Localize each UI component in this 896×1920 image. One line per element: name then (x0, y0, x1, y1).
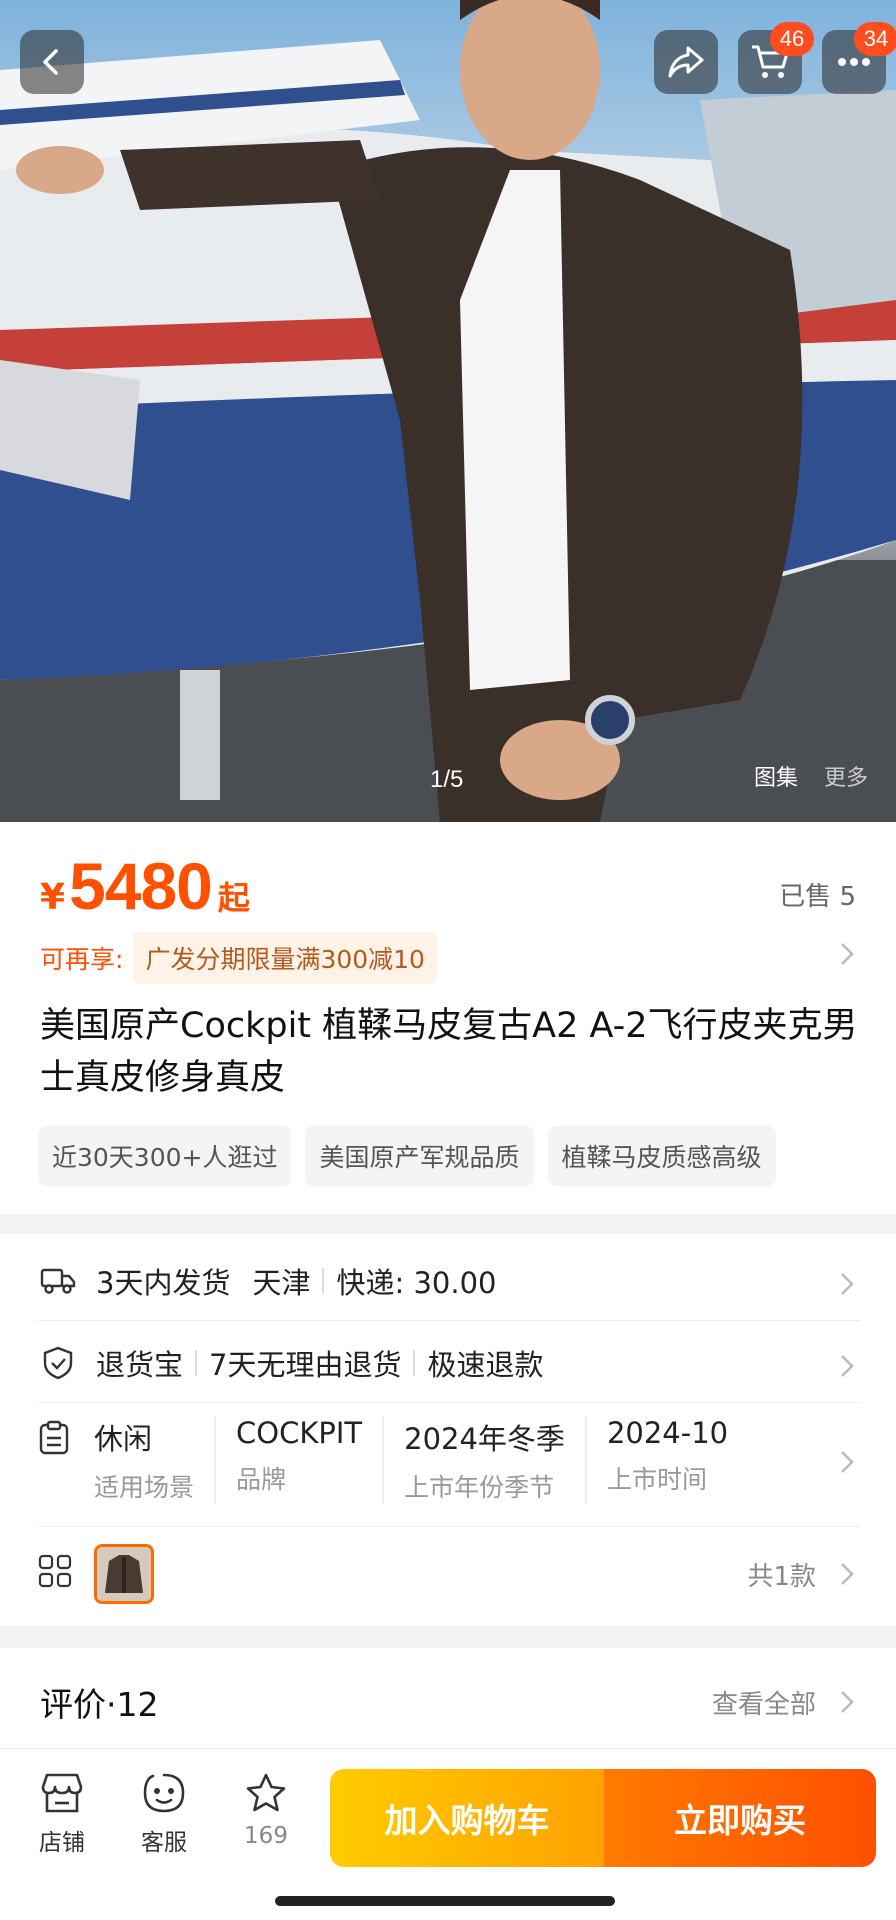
promo-label: 可再享: (40, 945, 124, 974)
param-item: 休闲 适用场景 (94, 1416, 214, 1504)
returns-row[interactable]: 退货宝 7天无理由退货 极速退款 (38, 1342, 858, 1384)
separator (322, 1268, 325, 1294)
param-value: 休闲 (94, 1422, 153, 1456)
favorite-button[interactable]: 169 (226, 1771, 306, 1849)
message-badge: 34 (854, 22, 896, 56)
reviews-title: 评价·12 (40, 1685, 159, 1724)
customer-service-button[interactable]: 客服 (124, 1771, 204, 1857)
shop-button[interactable]: 店铺 (22, 1771, 102, 1857)
chevron-right-icon (841, 943, 854, 965)
ship-fee: 快递: 30.00 (336, 1266, 497, 1300)
chat-face-icon (143, 1773, 185, 1813)
product-photo (0, 0, 896, 822)
param-item: 2024-10 上市时间 (584, 1416, 748, 1504)
separator (413, 1350, 416, 1376)
promo-tag: 广发分期限量满300减10 (133, 932, 437, 984)
divider (38, 1320, 860, 1321)
ship-city: 天津 (252, 1266, 311, 1300)
returns-refund: 极速退款 (427, 1348, 544, 1382)
param-value: COCKPIT (236, 1416, 363, 1450)
home-indicator (275, 1896, 615, 1906)
share-button[interactable] (654, 30, 718, 94)
chevron-right-icon (841, 1273, 854, 1295)
star-icon (246, 1773, 286, 1812)
image-counter: 1/5 (430, 766, 464, 793)
chevron-right-icon (841, 1691, 854, 1713)
ship-eta: 3天内发货 (96, 1266, 231, 1300)
param-value: 2024-10 (606, 1416, 729, 1450)
param-item: COCKPIT 品牌 (214, 1416, 382, 1504)
add-to-cart-button[interactable]: 加入购物车 (330, 1769, 604, 1867)
product-title: 美国原产Cockpit 植鞣马皮复古A2 A-2飞行皮夹克男士真皮修身真皮 (40, 1006, 858, 1098)
store-icon (41, 1773, 83, 1813)
more-button[interactable]: 34 (822, 22, 896, 94)
param-key: 品牌 (236, 1465, 287, 1494)
style-thumbnail[interactable] (94, 1544, 154, 1604)
product-info-card: ¥ 5480 起 已售 5 可再享: 广发分期限量满300减10 美国原产Coc… (0, 822, 896, 1214)
params-row[interactable]: 休闲 适用场景 COCKPIT 品牌 2024年冬季 上市年份季节 2024-1… (94, 1416, 748, 1504)
price-amount: 5480 (69, 849, 213, 923)
param-item: 2024年冬季 上市年份季节 (382, 1416, 585, 1504)
reviews-view-all[interactable]: 查看全部 (712, 1684, 816, 1721)
divider (38, 1402, 860, 1403)
chip: 美国原产军规品质 (305, 1126, 534, 1186)
shop-label: 店铺 (39, 1830, 85, 1856)
shield-check-icon (38, 1343, 78, 1383)
chip: 近30天300+人逛过 (38, 1126, 292, 1186)
style-count[interactable]: 共1款 (747, 1556, 816, 1593)
chevron-right-icon (841, 1451, 854, 1473)
back-button[interactable] (20, 30, 84, 94)
shipping-row[interactable]: 3天内发货 天津 快递: 30.00 (38, 1260, 858, 1302)
jacket-thumbnail-image (97, 1547, 151, 1601)
chevron-right-icon (841, 1355, 854, 1377)
divider (38, 1526, 860, 1527)
cart-badge: 46 (770, 22, 814, 56)
param-value: 2024年冬季 (404, 1422, 565, 1456)
service-label: 客服 (141, 1830, 187, 1856)
tab-more[interactable]: 更多 (824, 760, 868, 792)
grid-icon (38, 1554, 72, 1592)
promo-row[interactable]: 可再享: 广发分期限量满300减10 (40, 932, 437, 984)
sold-count: 已售 5 (779, 882, 856, 912)
price-currency: ¥ (40, 877, 66, 918)
buy-now-button[interactable]: 立即购买 (604, 1769, 876, 1867)
returns-policy: 7天无理由退货 (209, 1348, 402, 1382)
bottom-action-bar: 店铺 客服 169 加入购物车 立即购买 (0, 1748, 896, 1920)
gallery-tabs: 图集 更多 (754, 760, 868, 792)
share-icon (668, 46, 704, 78)
separator (195, 1350, 198, 1376)
truck-icon (38, 1261, 78, 1301)
chip: 植鞣马皮质感高级 (547, 1126, 776, 1186)
reviews-card: 评价·12 查看全部 (0, 1648, 896, 1748)
returns-brand: 退货宝 (96, 1348, 184, 1382)
price-suffix: 起 (217, 879, 250, 917)
price: ¥ 5480 起 (40, 848, 250, 924)
param-key: 上市时间 (606, 1465, 707, 1494)
clipboard-icon (38, 1420, 70, 1460)
favorite-count: 169 (244, 1823, 288, 1849)
more-dots-icon (838, 58, 870, 66)
chevron-left-icon (43, 49, 58, 75)
param-key: 适用场景 (94, 1473, 195, 1502)
product-image-gallery[interactable]: 46 34 1/5 图集 更多 (0, 0, 896, 822)
tab-gallery[interactable]: 图集 (754, 760, 798, 792)
service-card: 3天内发货 天津 快递: 30.00 退货宝 7天无理由退货 极速退款 休闲 适… (0, 1234, 896, 1626)
param-key: 上市年份季节 (404, 1473, 555, 1502)
cart-button[interactable]: 46 (738, 22, 814, 94)
highlight-chips: 近30天300+人逛过 美国原产军规品质 植鞣马皮质感高级 (38, 1126, 858, 1186)
chevron-right-icon (841, 1563, 854, 1585)
